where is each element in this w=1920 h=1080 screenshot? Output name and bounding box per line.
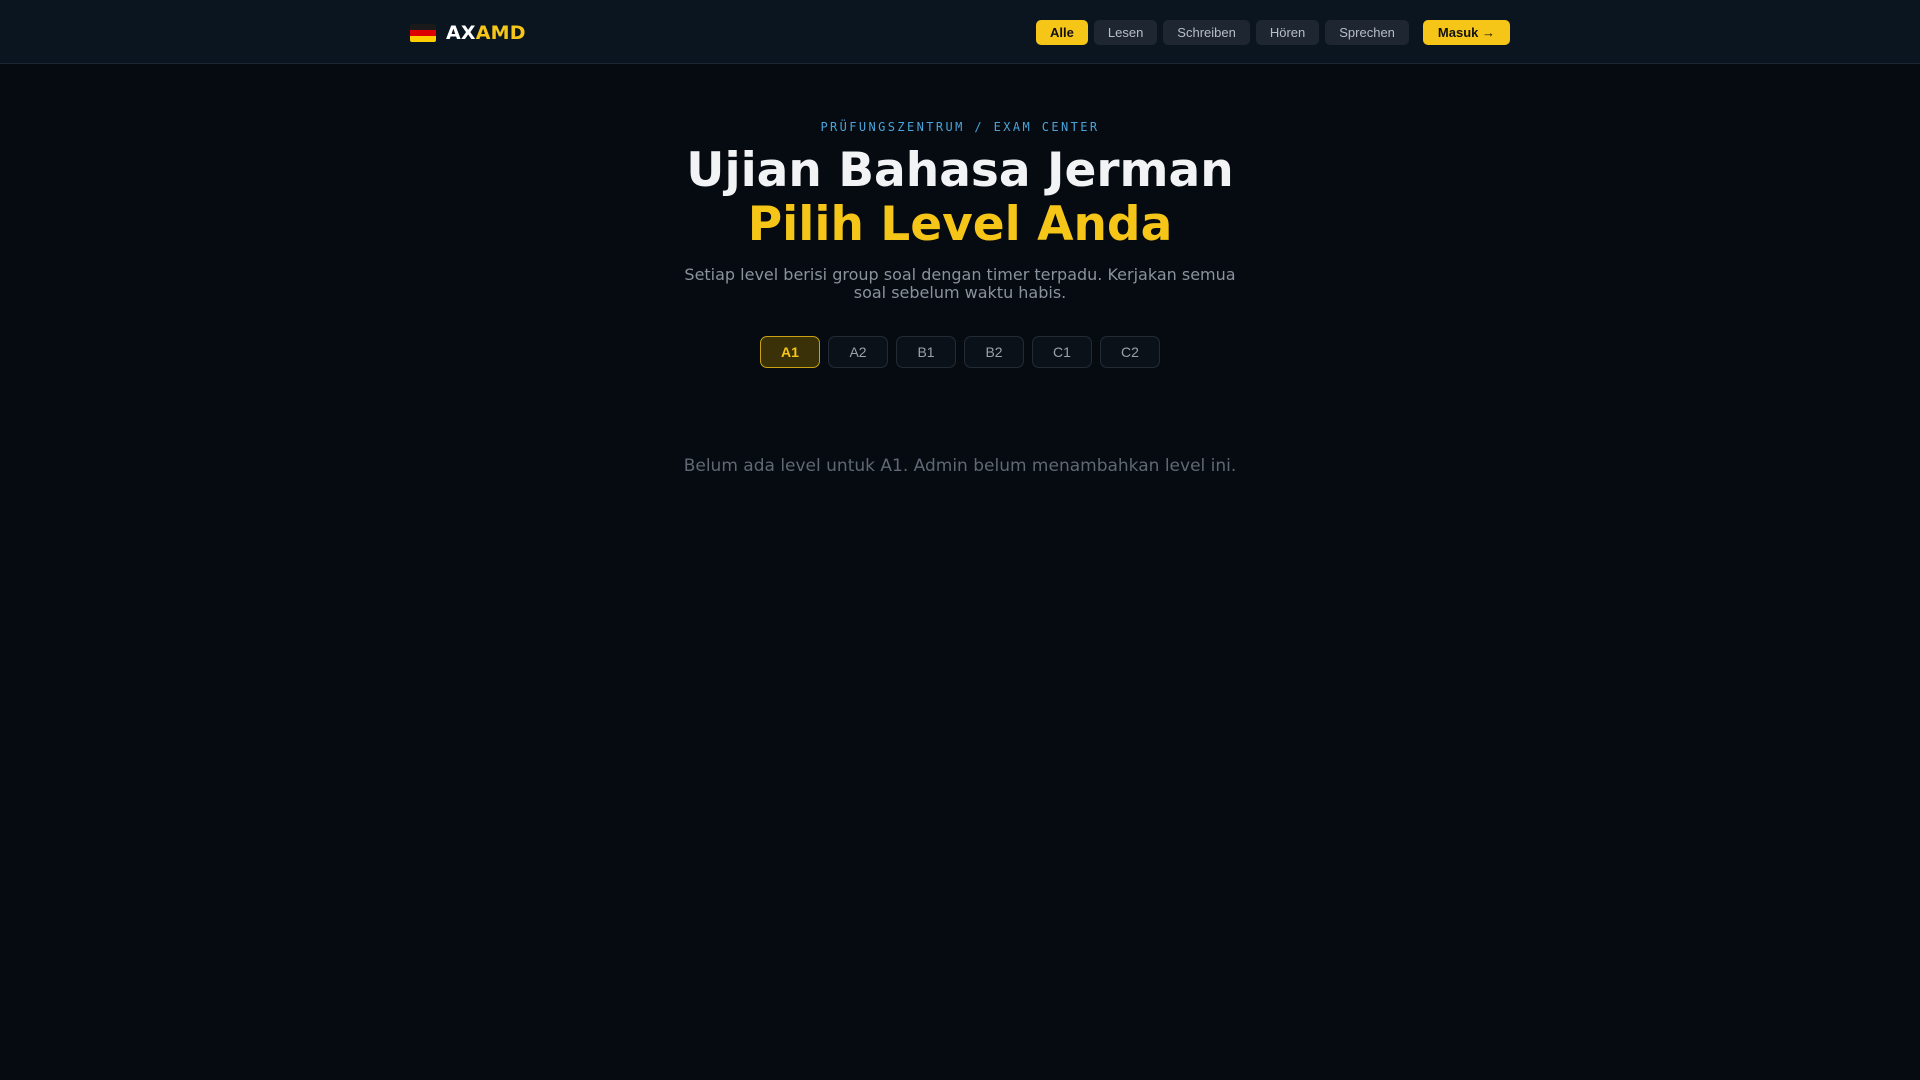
brand-logo[interactable]: AXAMD bbox=[410, 20, 526, 46]
german-flag-icon bbox=[410, 24, 436, 42]
filter-horen-button[interactable]: Hören bbox=[1255, 20, 1320, 45]
skill-filter-nav: Alle Lesen Schreiben Hören Sprechen Masu… bbox=[1036, 20, 1510, 45]
filter-sprechen-button[interactable]: Sprechen bbox=[1325, 20, 1409, 45]
login-button[interactable]: Masuk → bbox=[1422, 20, 1510, 45]
page-title: Ujian Bahasa Jerman bbox=[686, 143, 1234, 198]
level-a1-button[interactable]: A1 bbox=[760, 336, 820, 368]
exam-center-main: PRÜFUNGSZENTRUM / EXAM CENTER Ujian Baha… bbox=[0, 64, 1920, 476]
empty-state-message: Belum ada level untuk A1. Admin belum me… bbox=[683, 456, 1237, 476]
level-c1-button[interactable]: C1 bbox=[1032, 336, 1092, 368]
brand-name: AXAMD bbox=[446, 22, 526, 44]
level-c2-button[interactable]: C2 bbox=[1100, 336, 1160, 368]
top-navbar: AXAMD Alle Lesen Schreiben Hören Spreche… bbox=[0, 0, 1920, 64]
page-eyebrow: PRÜFUNGSZENTRUM / EXAM CENTER bbox=[820, 120, 1100, 134]
page-title-accent: Pilih Level Anda bbox=[747, 197, 1173, 252]
filter-lesen-button[interactable]: Lesen bbox=[1093, 20, 1158, 45]
level-selector: A1 A2 B1 B2 C1 C2 bbox=[0, 336, 1920, 368]
page-subtitle: Setiap level berisi group soal dengan ti… bbox=[684, 265, 1236, 302]
level-a2-button[interactable]: A2 bbox=[828, 336, 888, 368]
level-b2-button[interactable]: B2 bbox=[964, 336, 1024, 368]
filter-schreiben-button[interactable]: Schreiben bbox=[1163, 20, 1250, 45]
filter-alle-button[interactable]: Alle bbox=[1036, 20, 1088, 45]
level-b1-button[interactable]: B1 bbox=[896, 336, 956, 368]
